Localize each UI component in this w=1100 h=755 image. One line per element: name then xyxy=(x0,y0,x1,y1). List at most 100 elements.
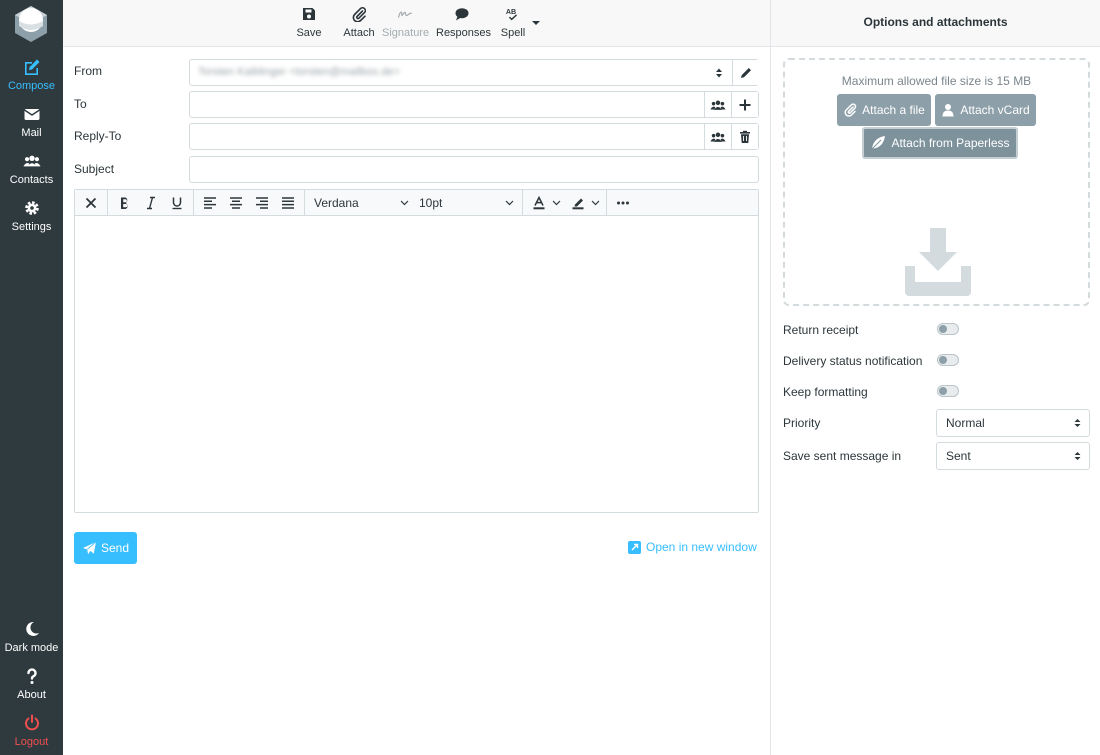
underline-button[interactable] xyxy=(164,190,190,216)
chevron-down-icon xyxy=(552,200,560,206)
text-color-dropdown[interactable] xyxy=(548,190,564,216)
leaf-icon xyxy=(872,136,886,150)
attach-from-paperless-button[interactable]: Attach from Paperless xyxy=(862,127,1018,159)
signature-label: Signature xyxy=(382,27,430,39)
paper-plane-icon xyxy=(82,541,97,554)
bold-icon xyxy=(121,197,128,209)
trash-icon xyxy=(740,130,750,143)
align-center-icon xyxy=(230,197,242,209)
contacts-icon xyxy=(0,152,63,172)
responses-label: Responses xyxy=(436,27,492,39)
paperclip-icon xyxy=(844,103,857,117)
gear-icon xyxy=(0,199,63,219)
nav-logout[interactable]: Logout xyxy=(0,708,63,752)
from-label: From xyxy=(74,64,102,78)
to-contacts-button[interactable] xyxy=(704,92,731,117)
close-icon xyxy=(85,197,97,209)
attach-vcard-button[interactable]: Attach vCard xyxy=(935,94,1036,126)
align-right-icon xyxy=(256,197,268,209)
align-justify-icon xyxy=(282,197,294,209)
nav-contacts[interactable]: Contacts xyxy=(0,146,63,190)
contacts-icon xyxy=(710,100,726,110)
save-button[interactable]: Save xyxy=(295,6,323,42)
options-panel: Options and attachments Maximum allowed … xyxy=(770,0,1100,755)
ellipsis-icon xyxy=(617,201,629,205)
bold-button[interactable] xyxy=(112,190,138,216)
save-icon xyxy=(295,6,323,24)
highlighter-icon xyxy=(572,198,584,210)
nav-settings-label: Settings xyxy=(11,221,52,233)
font-size-value: 10pt xyxy=(419,196,443,210)
spell-button[interactable]: AB Spell xyxy=(499,6,527,42)
chevron-down-icon xyxy=(505,200,514,206)
priority-select[interactable]: Normal xyxy=(936,409,1090,437)
italic-icon xyxy=(147,196,155,210)
nav-about[interactable]: About xyxy=(0,661,63,705)
font-size-select[interactable]: 10pt xyxy=(419,190,514,216)
compose-icon xyxy=(0,58,63,78)
nav-mail-label: Mail xyxy=(21,127,42,139)
signature-button[interactable]: Signature xyxy=(382,6,430,42)
spellcheck-icon: AB xyxy=(499,6,527,24)
attach-label: Attach xyxy=(343,27,375,39)
attach-file-button[interactable]: Attach a file xyxy=(837,94,931,126)
keep-formatting-toggle[interactable] xyxy=(937,385,959,397)
subject-label: Subject xyxy=(74,162,115,176)
more-options-button[interactable] xyxy=(610,190,636,216)
power-icon xyxy=(0,714,63,734)
open-in-new-window-link[interactable]: Open in new window xyxy=(628,540,757,554)
pencil-icon xyxy=(741,67,751,78)
spell-options-dropdown[interactable] xyxy=(531,17,541,27)
align-left-icon xyxy=(204,197,216,209)
highlight-color-dropdown[interactable] xyxy=(587,190,603,216)
options-panel-title: Options and attachments xyxy=(771,0,1100,47)
to-input[interactable] xyxy=(189,91,759,118)
clear-formatting-button[interactable] xyxy=(78,190,104,216)
italic-button[interactable] xyxy=(138,190,164,216)
font-family-select[interactable]: Verdana xyxy=(314,190,409,216)
attachment-dropzone[interactable]: Maximum allowed file size is 15 MB Attac… xyxy=(783,58,1090,306)
compose-toolbar: Save Attach Signature Responses AB Spell xyxy=(63,0,770,47)
message-editor: Verdana 10pt xyxy=(74,189,759,513)
subject-input[interactable] xyxy=(189,156,759,183)
save-sent-select[interactable]: Sent xyxy=(936,442,1090,470)
nav-contacts-label: Contacts xyxy=(9,174,54,186)
from-select[interactable]: Torsten Kaiblinger <torsten@mailbox.de> xyxy=(189,59,759,86)
delivery-status-toggle[interactable] xyxy=(937,354,959,366)
editor-body[interactable] xyxy=(75,217,758,512)
question-icon xyxy=(0,667,63,687)
justify-button[interactable] xyxy=(275,190,301,216)
select-arrows-icon xyxy=(1074,419,1081,427)
align-center-button[interactable] xyxy=(223,190,249,216)
align-left-button[interactable] xyxy=(197,190,223,216)
nav-dark-mode[interactable]: Dark mode xyxy=(0,614,63,658)
logo[interactable] xyxy=(11,4,51,44)
send-button[interactable]: Send xyxy=(74,532,137,564)
nav-about-label: About xyxy=(17,689,46,701)
delivery-status-label: Delivery status notification xyxy=(783,354,923,368)
remove-reply-to-button[interactable] xyxy=(731,124,758,149)
return-receipt-toggle[interactable] xyxy=(937,323,959,335)
select-arrows-icon xyxy=(716,68,722,78)
align-right-button[interactable] xyxy=(249,190,275,216)
add-header-button[interactable] xyxy=(731,92,758,117)
attach-vcard-label: Attach vCard xyxy=(960,103,1030,117)
reply-to-label: Reply-To xyxy=(74,129,122,143)
left-navigation: Compose Mail Contacts Settings Dark mode… xyxy=(0,0,63,755)
edit-identity-button[interactable] xyxy=(732,60,759,85)
responses-button[interactable]: Responses xyxy=(436,6,492,42)
reply-to-contacts-button[interactable] xyxy=(704,124,731,149)
spell-label: Spell xyxy=(500,27,526,39)
reply-to-input[interactable] xyxy=(189,123,759,150)
text-color-icon xyxy=(533,196,545,210)
nav-compose-label: Compose xyxy=(7,80,56,92)
nav-mail[interactable]: Mail xyxy=(0,99,63,143)
open-in-new-window-label: Open in new window xyxy=(646,540,757,554)
save-sent-label: Save sent message in xyxy=(783,449,902,463)
to-label: To xyxy=(74,97,87,111)
max-file-size-text: Maximum allowed file size is 15 MB xyxy=(841,74,1032,88)
attach-button[interactable]: Attach xyxy=(342,6,376,42)
nav-compose[interactable]: Compose xyxy=(0,52,63,96)
contacts-icon xyxy=(710,132,726,142)
nav-settings[interactable]: Settings xyxy=(0,193,63,237)
